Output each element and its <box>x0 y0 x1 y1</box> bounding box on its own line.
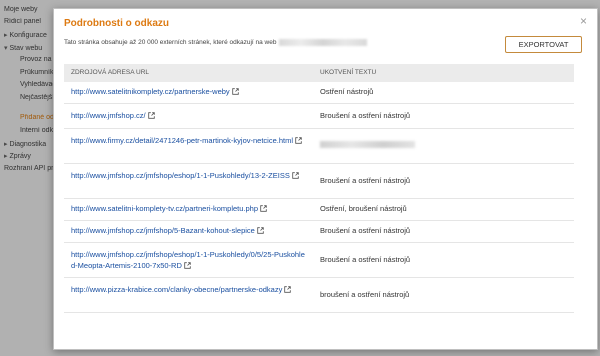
external-link-icon[interactable] <box>257 227 264 238</box>
source-url-cell: http://www.satelitnikomplety.cz/partners… <box>71 87 309 99</box>
anchor-text-cell: Broušení a ostření nástrojů <box>320 176 411 185</box>
source-url-link[interactable]: http://www.jmfshop.cz/jmfshop/5-Bazant-k… <box>71 226 255 235</box>
source-url-link[interactable]: http://www.satelitnikomplety.cz/partners… <box>71 87 230 96</box>
source-url-cell: http://www.jmfshop.cz/jmfshop/eshop/1-1-… <box>71 250 309 272</box>
table-row: http://www.jmfshop.cz/jmfshop/eshop/1-1-… <box>64 164 574 199</box>
anchor-text-cell: Broušení a ostření nástrojů <box>320 255 411 264</box>
anchor-text-cell: Broušení a ostření nástrojů <box>320 111 411 120</box>
external-link-icon[interactable] <box>260 205 267 216</box>
external-link-icon[interactable] <box>295 137 302 148</box>
source-url-cell: http://www.jmfshop.cz/jmfshop/eshop/1-1-… <box>71 171 309 183</box>
external-link-icon[interactable] <box>292 172 299 183</box>
anchor-text-cell: Ostření nástrojů <box>320 87 374 96</box>
source-url-link[interactable]: http://www.pizza-krabice.com/clanky-obec… <box>71 285 282 294</box>
external-link-icon[interactable] <box>184 261 191 273</box>
source-url-link[interactable]: http://www.jmfshop.cz/ <box>71 111 146 120</box>
external-link-icon[interactable] <box>284 286 292 297</box>
table-row: http://www.jmfshop.cz/Broušení a ostření… <box>64 104 574 129</box>
description-text: Tato stránka obsahuje až 20 000 externíc… <box>64 39 277 47</box>
source-url-link[interactable]: http://www.satelitni-komplety-tv.cz/part… <box>71 204 258 213</box>
external-link-icon[interactable] <box>231 88 239 99</box>
close-icon[interactable]: × <box>580 15 587 27</box>
table-row: http://www.satelitnikomplety.cz/partners… <box>64 82 574 104</box>
column-header-anchor-text[interactable]: UKOTVENÍ TEXTU <box>320 69 376 76</box>
links-table: ZDROJOVÁ ADRESA URL UKOTVENÍ TEXTU http:… <box>64 64 574 313</box>
redacted-anchor-text <box>320 141 415 148</box>
table-row: http://www.jmfshop.cz/jmfshop/5-Bazant-k… <box>64 221 574 243</box>
table-row: http://www.satelitni-komplety-tv.cz/part… <box>64 199 574 221</box>
source-url-cell: http://www.pizza-krabice.com/clanky-obec… <box>71 285 309 297</box>
table-row: http://www.firmy.cz/detail/2471246-petr-… <box>64 129 574 164</box>
dialog-title: Podrobnosti o odkazu <box>64 18 169 29</box>
table-row: http://www.pizza-krabice.com/clanky-obec… <box>64 278 574 313</box>
anchor-text-cell: Broušení a ostření nástrojů <box>320 226 411 235</box>
column-header-source-url[interactable]: ZDROJOVÁ ADRESA URL <box>71 69 149 76</box>
anchor-text-cell: Ostření, broušení nástrojů <box>320 204 407 213</box>
source-url-cell: http://www.jmfshop.cz/ <box>71 111 309 123</box>
source-url-cell: http://www.satelitni-komplety-tv.cz/part… <box>71 204 309 216</box>
external-link-icon[interactable] <box>147 112 155 123</box>
anchor-text-cell: broušení a ostření nástrojů <box>320 290 410 299</box>
source-url-cell: http://www.firmy.cz/detail/2471246-petr-… <box>71 136 309 148</box>
table-header: ZDROJOVÁ ADRESA URL UKOTVENÍ TEXTU <box>64 64 574 82</box>
table-row: http://www.jmfshop.cz/jmfshop/eshop/1-1-… <box>64 243 574 278</box>
source-url-cell: http://www.jmfshop.cz/jmfshop/5-Bazant-k… <box>71 226 309 238</box>
anchor-text-cell <box>320 141 560 152</box>
link-details-dialog: Podrobnosti o odkazu × Tato stránka obsa… <box>53 8 598 350</box>
source-url-link[interactable]: http://www.jmfshop.cz/jmfshop/eshop/1-1-… <box>71 171 290 180</box>
source-url-link[interactable]: http://www.firmy.cz/detail/2471246-petr-… <box>71 136 293 145</box>
dialog-description: Tato stránka obsahuje až 20 000 externíc… <box>64 39 368 47</box>
export-button[interactable]: EXPORTOVAT <box>505 36 582 53</box>
redacted-site-url <box>279 39 368 46</box>
